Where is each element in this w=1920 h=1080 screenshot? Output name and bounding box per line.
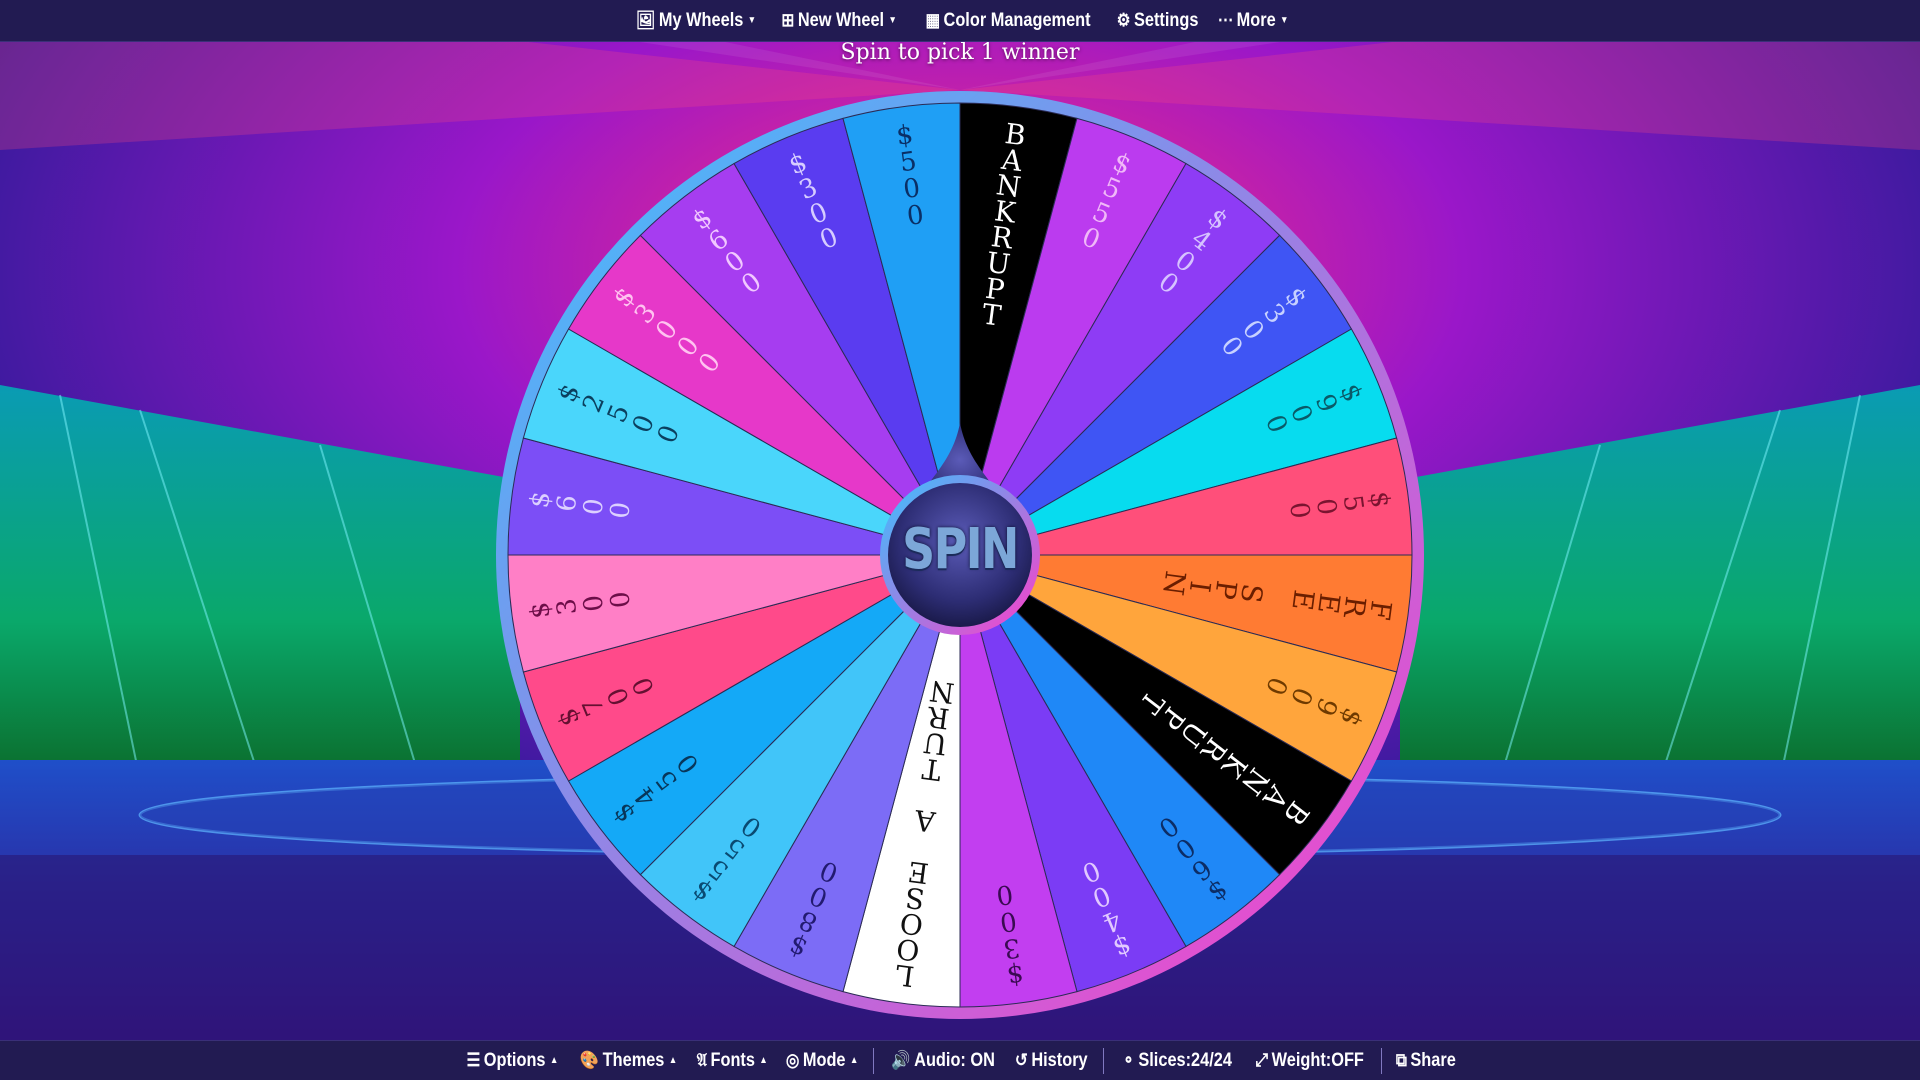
scale-icon: ⤢ — [1255, 1050, 1268, 1070]
caret-down-icon: ▼ — [888, 15, 898, 26]
wheel-slice-char: E — [906, 855, 931, 890]
settings-button[interactable]: ⚙ Settings — [1108, 0, 1209, 41]
color-management-button[interactable]: ▦ Color Management — [916, 0, 1100, 41]
mode-menu[interactable]: ◎ Mode ▲ — [776, 1041, 867, 1080]
new-wheel-label: New Wheel — [797, 9, 885, 31]
wheel-app: 🖼 My Wheels ▼ ⊞ New Wheel ▼ ▦ Color Mana… — [0, 0, 1920, 1080]
grid-icon: ▦ — [925, 10, 941, 30]
bottom-toolbar: ☰ Options ▲ 🎨 Themes ▲ 𝔄 Fonts ▲ ◎ Mode … — [0, 1040, 1920, 1080]
sliders-icon: ☰ — [466, 1050, 481, 1070]
weight-toggle[interactable]: ⤢ Weight:OFF — [1246, 1041, 1373, 1080]
more-label: More — [1236, 9, 1276, 31]
color-management-label: Color Management — [943, 9, 1092, 31]
palette-icon: 🎨 — [579, 1050, 600, 1070]
history-label: History — [1031, 1049, 1088, 1071]
image-icon: 🖼 — [635, 10, 656, 30]
caret-up-icon: ▲ — [549, 1055, 559, 1066]
spin-button[interactable] — [882, 477, 1038, 633]
weight-label: Weight:OFF — [1271, 1049, 1364, 1071]
caret-down-icon: ▼ — [747, 15, 757, 26]
options-label: Options — [483, 1049, 546, 1071]
new-wheel-menu[interactable]: ⊞ New Wheel ▼ — [772, 0, 906, 41]
volume-icon: 🔊 — [891, 1050, 911, 1070]
font-icon: 𝔄 — [696, 1050, 708, 1070]
plus-square-icon: ⊞ — [781, 10, 795, 30]
caret-up-icon: ▲ — [759, 1055, 768, 1066]
wheel-slice-char: N — [1156, 569, 1192, 598]
caret-up-icon: ▲ — [668, 1055, 678, 1066]
slices-label: Slices:24/24 — [1138, 1049, 1232, 1071]
fonts-menu[interactable]: 𝔄 Fonts ▲ — [687, 1041, 777, 1080]
wheel-slice-char: N — [928, 674, 957, 710]
more-menu[interactable]: ⋯ More ▼ — [1208, 0, 1298, 41]
share-button[interactable]: ⧉ Share — [1387, 1041, 1466, 1080]
history-icon: ↺ — [1015, 1050, 1029, 1070]
toolbar-divider — [1102, 1047, 1104, 1074]
audio-label: Audio: ON — [913, 1049, 995, 1071]
history-button[interactable]: ↺ History — [1006, 1041, 1098, 1080]
share-icon: ⧉ — [1396, 1050, 1408, 1070]
toolbar-divider — [872, 1047, 874, 1074]
gamepad-icon: ◎ — [785, 1050, 799, 1070]
caret-down-icon: ▼ — [1279, 15, 1289, 26]
settings-label: Settings — [1134, 9, 1199, 31]
gear-icon: ⚙ — [1117, 10, 1131, 30]
ellipsis-icon: ⋯ — [1217, 10, 1233, 30]
fonts-label: Fonts — [710, 1049, 755, 1071]
caret-up-icon: ▲ — [849, 1055, 858, 1066]
share-label: Share — [1410, 1049, 1457, 1071]
toolbar-divider — [1381, 1047, 1383, 1074]
themes-menu[interactable]: 🎨 Themes ▲ — [570, 1041, 686, 1080]
wheel-container: B A N K R U P T $5 5 0 $4 0 0 $3 0 0 $9 0 0 $5 0 0 F R E E S P I N $9 0… — [490, 85, 1430, 1025]
top-menu-bar: 🖼 My Wheels ▼ ⊞ New Wheel ▼ ▦ Color Mana… — [0, 0, 1920, 42]
toggle-icon: ⚬ — [1121, 1050, 1135, 1070]
slices-toggle[interactable]: ⚬ Slices:24/24 — [1112, 1041, 1241, 1080]
mode-label: Mode — [802, 1049, 846, 1071]
page-subtitle: Spin to pick 1 winner — [840, 40, 1080, 65]
themes-label: Themes — [602, 1049, 665, 1071]
options-menu[interactable]: ☰ Options ▲ — [457, 1041, 568, 1080]
wheel-slice-char: E — [1285, 588, 1320, 613]
my-wheels-menu[interactable]: 🖼 My Wheels ▼ — [626, 0, 765, 41]
my-wheels-label: My Wheels — [659, 9, 744, 31]
audio-toggle[interactable]: 🔊 Audio: ON — [882, 1041, 1004, 1080]
